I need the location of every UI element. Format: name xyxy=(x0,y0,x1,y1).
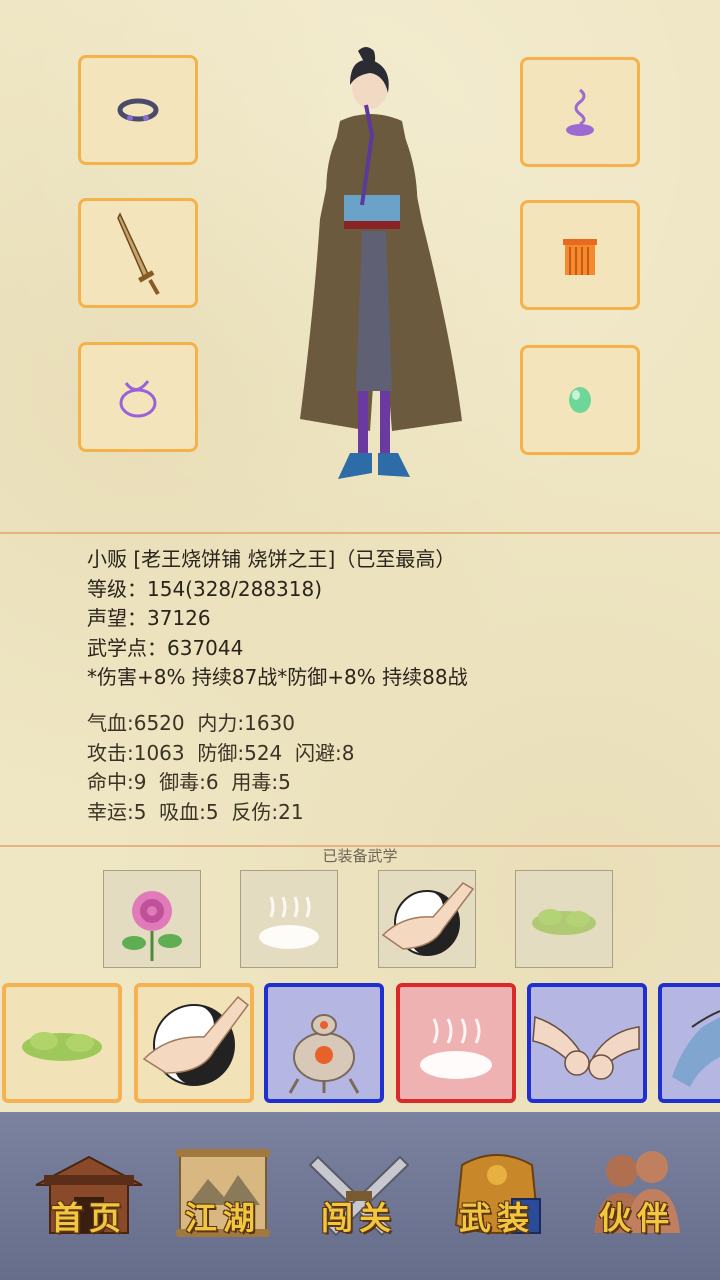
nav-equip-label: 武装 xyxy=(458,1199,535,1237)
skill-card-6[interactable] xyxy=(658,983,720,1103)
nav-home[interactable]: 首页 xyxy=(24,1135,154,1255)
hero-stats: 气血:6520 内力:1630 攻击:1063 防御:524 闪避:8 命中:9… xyxy=(87,709,354,827)
hero-martial-points: 武学点：637044 xyxy=(87,635,244,660)
equip-slot-bracelet[interactable] xyxy=(78,342,198,452)
equipped-skill-1[interactable] xyxy=(103,870,201,968)
hero-prestige: 声望：37126 xyxy=(87,606,211,630)
red-mist-icon xyxy=(420,1018,492,1079)
equip-slot-accessory[interactable] xyxy=(520,57,640,167)
hero-character xyxy=(300,47,462,479)
incense-icon xyxy=(566,88,594,136)
nav-challenge[interactable]: 闯关 xyxy=(294,1135,424,1255)
sword-icon xyxy=(117,212,160,295)
skill-card-5[interactable] xyxy=(527,983,647,1103)
skill-card-3[interactable] xyxy=(264,983,384,1103)
stats-row-1: 气血:6520 内力:1630 xyxy=(87,711,295,735)
section-divider-top xyxy=(0,532,720,534)
hero-buffs: *伤害+8% 持续87战*防御+8% 持续88战 xyxy=(87,665,468,689)
taiji-palm-icon xyxy=(381,882,475,956)
stats-row-3: 命中:9 御毒:6 用毒:5 xyxy=(87,770,291,794)
equipped-skill-4[interactable] xyxy=(515,870,613,968)
nav-partner-label: 伙伴 xyxy=(598,1199,675,1237)
bracelet-icon xyxy=(119,380,157,418)
taiji-palm-icon xyxy=(142,995,250,1086)
sash-icon xyxy=(563,239,597,275)
equipped-skill-2[interactable] xyxy=(240,870,338,968)
hero-title: 小贩 [老王烧饼铺 烧饼之王]（已至最高） xyxy=(87,547,456,571)
skill-card-4[interactable] xyxy=(396,983,516,1103)
nav-equip[interactable]: 武装 xyxy=(432,1135,562,1255)
nav-jianghu[interactable]: 江湖 xyxy=(158,1135,288,1255)
equip-slot-armor[interactable] xyxy=(520,200,640,310)
hero-level: 等级：154(328/288318) xyxy=(87,576,323,601)
skill-card-2[interactable] xyxy=(134,983,254,1103)
stats-row-2: 攻击:1063 防御:524 闪避:8 xyxy=(87,740,355,765)
equip-slot-weapon[interactable] xyxy=(78,198,198,308)
equip-slot-jade[interactable] xyxy=(520,345,640,455)
equipped-skills-caption: 已装备武学 xyxy=(322,847,398,865)
jade-icon xyxy=(569,387,591,413)
hero-info: 小贩 [老王烧饼铺 烧饼之王]（已至最高） 等级：154(328/288318)… xyxy=(87,545,468,693)
nav-jianghu-label: 江湖 xyxy=(184,1199,261,1237)
skill-card-1[interactable] xyxy=(2,983,122,1103)
green-cloud-icon xyxy=(22,1032,102,1061)
blue-hand-icon xyxy=(672,1010,720,1087)
equip-slot-necklace[interactable] xyxy=(78,55,198,165)
stats-row-4: 幸运:5 吸血:5 反伤:21 xyxy=(87,799,304,824)
nav-home-label: 首页 xyxy=(50,1199,127,1237)
nav-challenge-label: 闯关 xyxy=(320,1199,397,1237)
green-cloud-icon xyxy=(532,909,596,935)
fist-clash-icon xyxy=(532,1015,640,1080)
nav-partner[interactable]: 伙伴 xyxy=(572,1135,702,1255)
equipped-skill-3[interactable] xyxy=(378,870,476,968)
ring-icon xyxy=(117,98,159,122)
mist-icon xyxy=(259,896,319,949)
bronze-censer-icon xyxy=(288,1014,360,1094)
rose-icon xyxy=(122,891,182,961)
